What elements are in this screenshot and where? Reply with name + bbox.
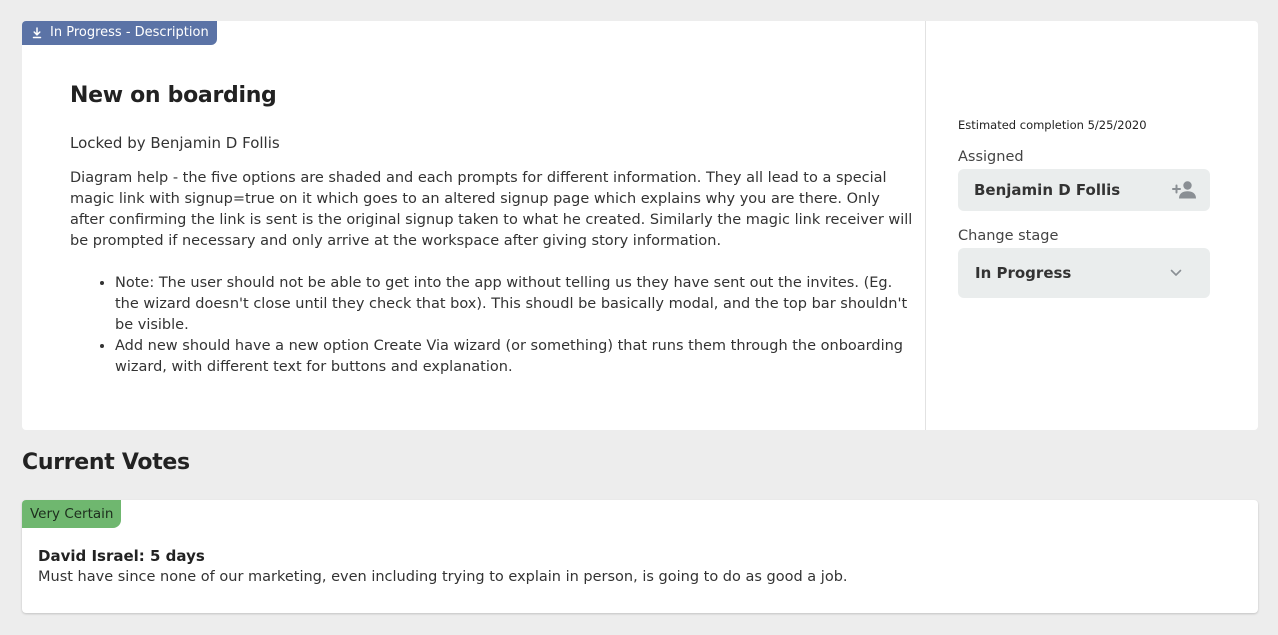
assignee-selector[interactable]: Benjamin D Follis bbox=[958, 169, 1210, 211]
stage-description-tag: In Progress - Description bbox=[22, 21, 217, 45]
current-votes-heading: Current Votes bbox=[22, 450, 190, 475]
add-person-icon[interactable] bbox=[1172, 180, 1198, 200]
download-arrow-icon bbox=[32, 27, 42, 39]
stage-select-value: In Progress bbox=[975, 264, 1072, 282]
description-body: Diagram help - the five options are shad… bbox=[70, 168, 915, 378]
description-panel: In Progress - Description New on boardin… bbox=[22, 21, 926, 430]
vote-comment: Must have since none of our marketing, e… bbox=[38, 569, 848, 585]
assigned-label: Assigned bbox=[958, 149, 1024, 165]
list-item: Add new should have a new option Create … bbox=[115, 336, 915, 378]
stage-description-tag-label: In Progress - Description bbox=[50, 25, 209, 40]
estimated-completion: Estimated completion 5/25/2020 bbox=[958, 118, 1147, 132]
assignee-name: Benjamin D Follis bbox=[974, 181, 1121, 199]
stage-select[interactable]: In Progress bbox=[958, 248, 1210, 298]
description-card: In Progress - Description New on boardin… bbox=[22, 21, 1258, 430]
voter-estimate: David Israel: 5 days bbox=[38, 547, 205, 565]
chevron-down-icon bbox=[1170, 269, 1182, 277]
story-sidebar: Estimated completion 5/25/2020 Assigned … bbox=[958, 21, 1258, 430]
description-paragraph: Diagram help - the five options are shad… bbox=[70, 170, 913, 249]
change-stage-label: Change stage bbox=[958, 228, 1059, 244]
vote-card: Very Certain David Israel: 5 days Must h… bbox=[22, 500, 1258, 613]
locked-by-text: Locked by Benjamin D Follis bbox=[70, 134, 280, 152]
certainty-badge: Very Certain bbox=[22, 500, 122, 528]
story-title: New on boarding bbox=[70, 83, 277, 108]
description-bullet-list: Note: The user should not be able to get… bbox=[70, 273, 915, 378]
list-item: Note: The user should not be able to get… bbox=[115, 273, 915, 336]
